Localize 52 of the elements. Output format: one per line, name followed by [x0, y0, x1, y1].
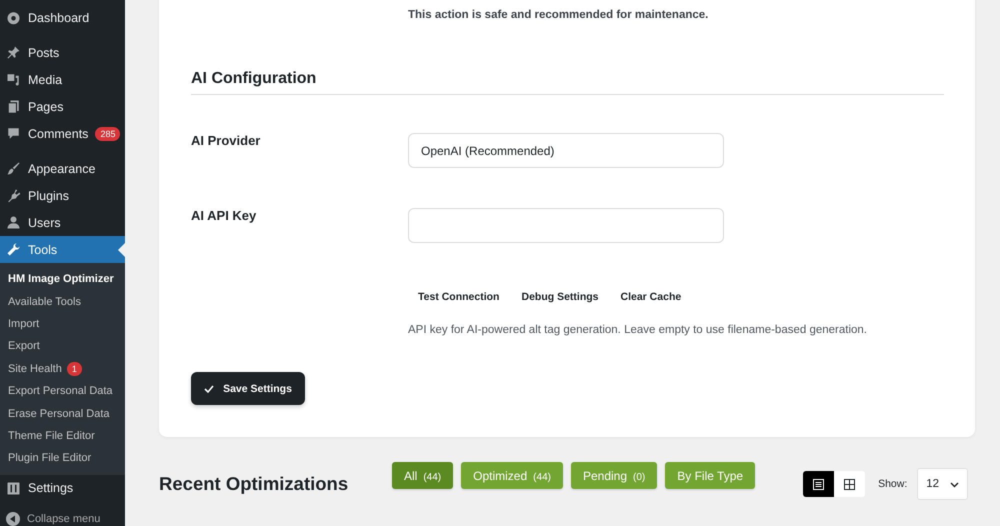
- grid-icon: [843, 478, 856, 490]
- help-text: API key for AI-powered alt tag generation. Leave empty to use filename-based generation.: [407, 324, 868, 336]
- menu-item[interactable]: Posts: [0, 39, 125, 66]
- action-button[interactable]: Test Connection: [408, 287, 510, 307]
- page-size-select[interactable]: 12: [917, 468, 968, 500]
- submenu-item[interactable]: Site Health 1: [0, 358, 125, 380]
- menu-item[interactable]: Users: [0, 209, 125, 236]
- menu-item[interactable]: Pages: [0, 93, 125, 120]
- plug-icon: [6, 188, 21, 203]
- view-toggle[interactable]: [803, 471, 834, 497]
- submenu-item[interactable]: Available Tools: [0, 290, 125, 313]
- save-button[interactable]: Save Settings: [191, 372, 305, 405]
- count-badge: 285: [95, 126, 120, 140]
- pages-icon: [6, 99, 21, 114]
- submenu-item[interactable]: Import: [0, 312, 125, 336]
- list-icon: [812, 478, 826, 490]
- menu-item[interactable]: Plugins: [0, 182, 125, 209]
- action-button[interactable]: Debug Settings: [511, 287, 608, 307]
- section-heading: AI Configuration: [191, 70, 944, 95]
- pin-icon: [6, 45, 21, 60]
- speech-bubble-icon: [6, 126, 21, 141]
- submenu-item[interactable]: HM Image Optimizer: [0, 268, 125, 290]
- field-label: AI Provider: [191, 133, 262, 148]
- gauge-icon: [6, 10, 21, 25]
- collapse-menu-button[interactable]: Collapse menu: [0, 506, 125, 526]
- count-badge: 1: [66, 362, 82, 376]
- sliders-icon: [6, 480, 21, 496]
- input-field[interactable]: OpenAI (Recommended): [408, 133, 724, 168]
- show-label: Show:: [878, 478, 908, 490]
- chevron-down-icon: [950, 480, 960, 488]
- menu-item[interactable]: Comments 285: [0, 120, 125, 147]
- menu-item[interactable]: Media: [0, 66, 125, 93]
- submenu-item[interactable]: Plugin File Editor: [0, 447, 125, 470]
- menu-item[interactable]: Tools: [0, 236, 125, 263]
- person-icon: [6, 215, 21, 230]
- submenu-item[interactable]: Export: [0, 335, 125, 358]
- menu-item[interactable]: Appearance: [0, 155, 125, 182]
- check-icon: [204, 384, 214, 394]
- menu-item[interactable]: Dashboard: [0, 4, 125, 31]
- submenu-item[interactable]: Theme File Editor: [0, 424, 125, 448]
- wrench-icon: [6, 242, 21, 257]
- note-text: This action is safe and recommended for maintenance.: [408, 8, 710, 23]
- paintbrush-icon: [6, 161, 21, 176]
- action-button[interactable]: Clear Cache: [610, 287, 692, 307]
- menu-item[interactable]: Settings: [0, 474, 125, 502]
- section-heading: Recent Optimizations: [159, 473, 350, 495]
- filter-button[interactable]: All (44): [392, 462, 454, 489]
- media-icon: [6, 72, 21, 87]
- field-label: AI API Key: [191, 208, 258, 223]
- submenu-item[interactable]: Export Personal Data: [0, 380, 125, 402]
- submenu-item[interactable]: Erase Personal Data: [0, 402, 125, 425]
- input-field[interactable]: [408, 208, 724, 243]
